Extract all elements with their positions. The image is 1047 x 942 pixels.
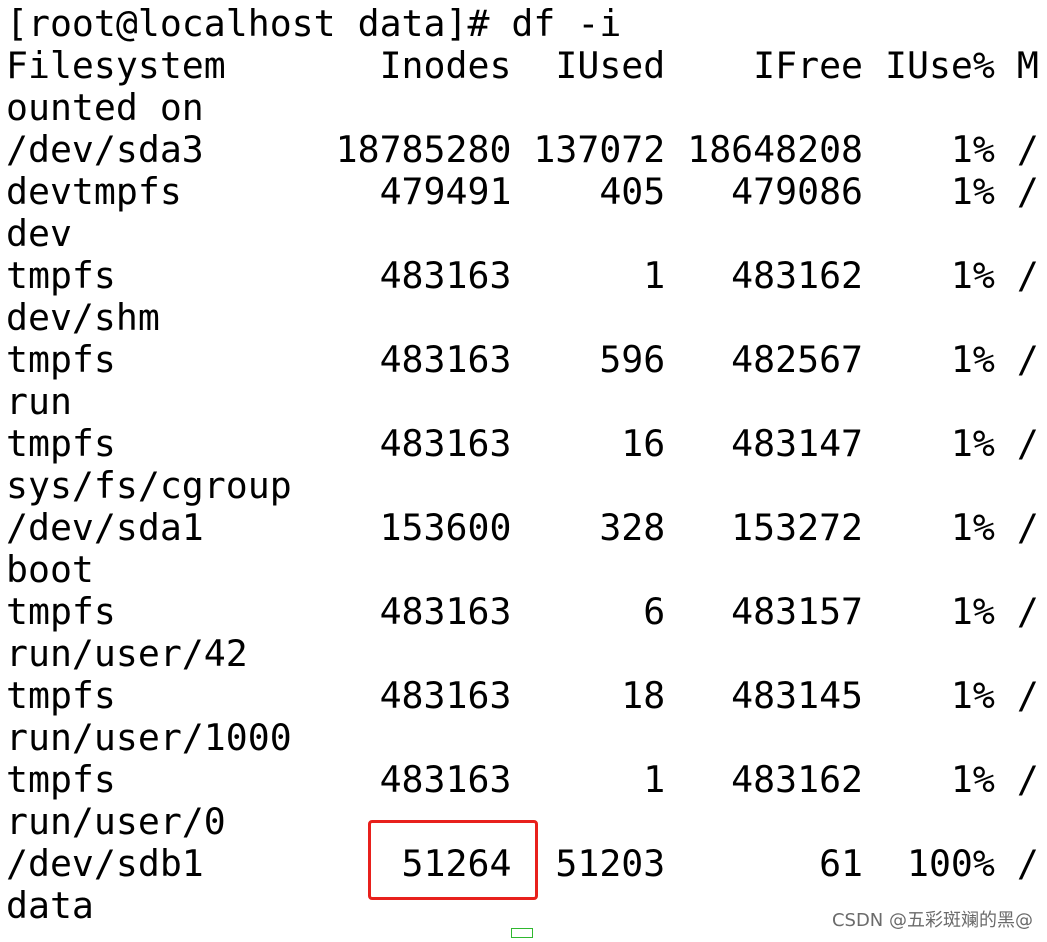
- table-row-tmpfs-user0: tmpfs 483163 1 483162 1% /: [6, 758, 1039, 801]
- table-header: Filesystem Inodes IUsed IFree IUse% M: [6, 44, 1039, 87]
- table-row-tmpfs-cgroup: tmpfs 483163 16 483147 1% /: [6, 422, 1039, 465]
- table-row-wrap-dev-shm: dev/shm: [6, 296, 160, 339]
- table-header-wrap: ounted on: [6, 86, 204, 129]
- csdn-watermark: CSDN @五彩斑斓的黑@: [831, 910, 1033, 931]
- table-row-tmpfs-shm: tmpfs 483163 1 483162 1% /: [6, 254, 1039, 297]
- table-row-wrap-data: data: [6, 884, 94, 927]
- table-row-wrap-user42: run/user/42: [6, 632, 248, 675]
- table-row-wrap-cgroup: sys/fs/cgroup: [6, 464, 292, 507]
- table-row-wrap-boot: boot: [6, 548, 94, 591]
- inodes-highlight-box: [368, 820, 538, 900]
- terminal-cursor: [511, 928, 533, 938]
- table-row-wrap-run: run: [6, 380, 72, 423]
- table-row-tmpfs-run: tmpfs 483163 596 482567 1% /: [6, 338, 1039, 381]
- table-row-tmpfs-user42: tmpfs 483163 6 483157 1% /: [6, 590, 1039, 633]
- table-row-tmpfs-user1000: tmpfs 483163 18 483145 1% /: [6, 674, 1039, 717]
- table-row-wrap-dev: dev: [6, 212, 72, 255]
- table-row-devtmpfs: devtmpfs 479491 405 479086 1% /: [6, 170, 1039, 213]
- table-row-wrap-user0: run/user/0: [6, 800, 226, 843]
- prompt-line: [root@localhost data]# df -i: [6, 2, 622, 45]
- table-row-wrap-user1000: run/user/1000: [6, 716, 292, 759]
- terminal-window[interactable]: [root@localhost data]# df -i Filesystem …: [0, 0, 1047, 938]
- table-row-sda1: /dev/sda1 153600 328 153272 1% /: [6, 506, 1039, 549]
- table-row-sda3: /dev/sda3 18785280 137072 18648208 1% /: [6, 128, 1039, 171]
